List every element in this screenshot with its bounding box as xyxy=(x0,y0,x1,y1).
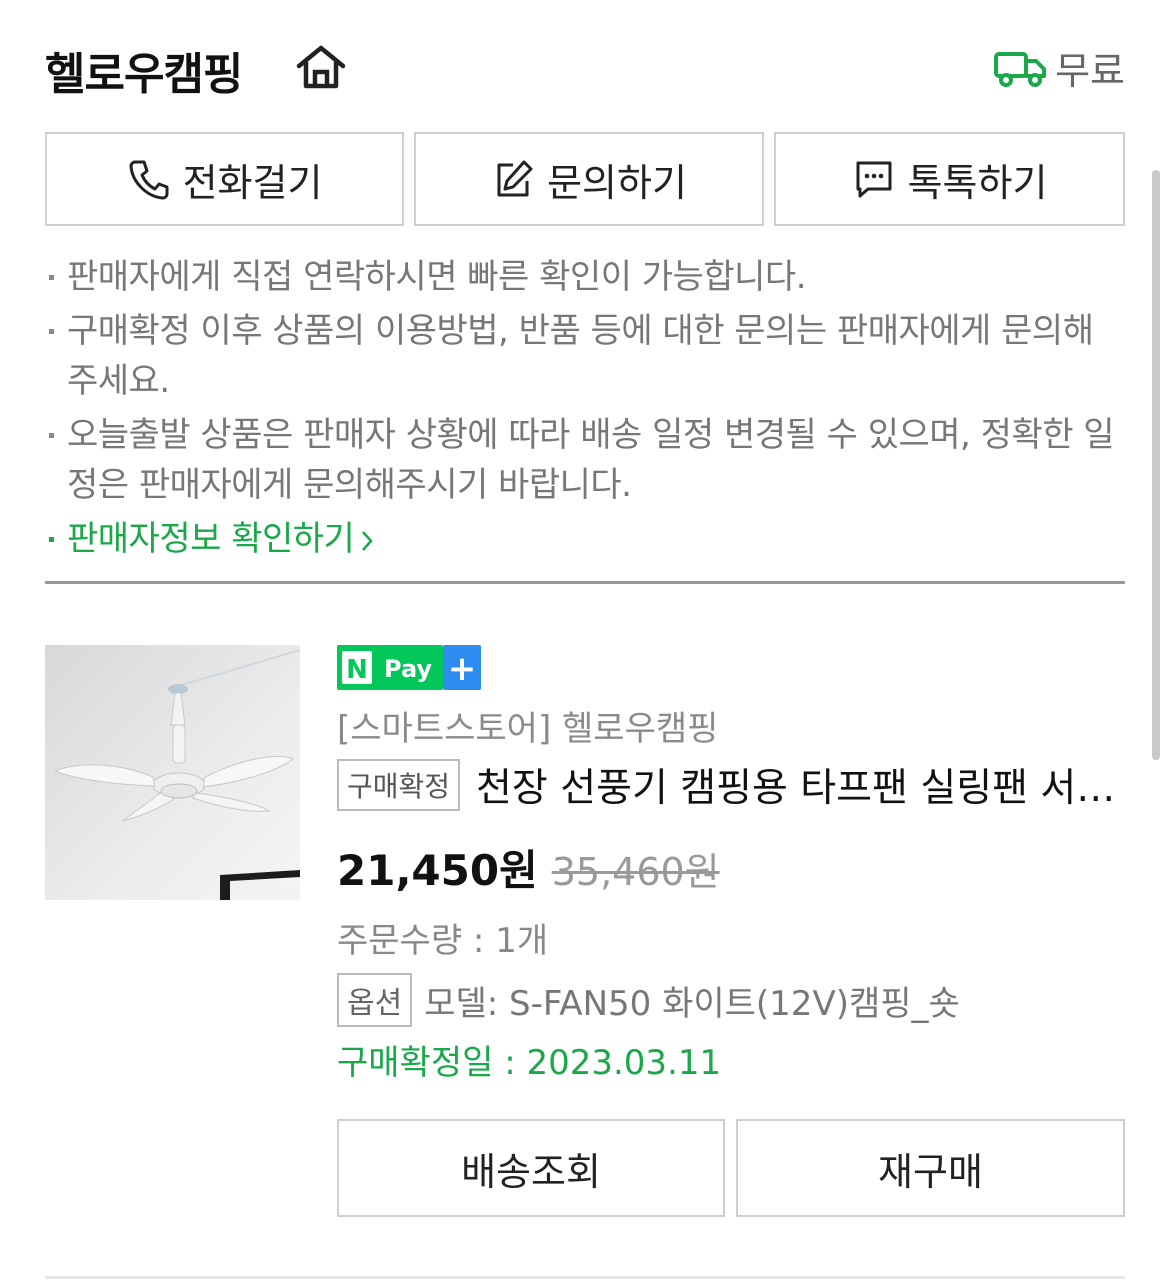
chevron-right-icon xyxy=(362,530,374,551)
notice-list: 판매자에게 직접 연락하시면 빠른 확인이 가능합니다. 구매확정 이후 상품의… xyxy=(45,252,1125,568)
npay-n: N xyxy=(346,655,368,685)
talk-button[interactable]: 톡톡하기 xyxy=(774,132,1125,226)
home-icon[interactable] xyxy=(293,42,349,92)
seller-info-link-label: 판매자정보 확인하기 xyxy=(67,519,355,559)
product-title[interactable]: 천장 선풍기 캠핑용 타프팬 실링팬 서큘레이터 xyxy=(476,757,1127,813)
seller-info-link[interactable]: 판매자정보 확인하기 xyxy=(45,514,1125,564)
rebuy-button[interactable]: 재구매 xyxy=(736,1119,1125,1217)
track-delivery-button[interactable]: 배송조회 xyxy=(337,1119,725,1217)
option-row: 옵션 모델: S-FAN50 화이트(12V)캠핑_숏 xyxy=(337,973,960,1027)
sale-price: 21,450원 xyxy=(337,846,538,895)
scrollbar[interactable] xyxy=(1152,170,1160,760)
store-name[interactable]: 헬로우캠핑 xyxy=(45,38,243,102)
npay-plus-badge: N Pay + xyxy=(337,645,481,690)
purchase-status-tag: 구매확정 xyxy=(337,759,461,811)
call-button[interactable]: 전화걸기 xyxy=(45,132,404,226)
contact-buttons: 전화걸기 문의하기 톡톡하기 xyxy=(45,132,1125,230)
notice-item: 구매확정 이후 상품의 이용방법, 반품 등에 대한 문의는 판매자에게 문의해… xyxy=(45,306,1125,406)
chat-icon xyxy=(856,161,892,198)
price-row: 21,450원 35,460원 xyxy=(337,837,720,898)
store-link[interactable]: [스마트스토어] 헬로우캠핑 xyxy=(337,701,718,750)
edit-icon xyxy=(497,160,533,197)
call-button-label: 전화걸기 xyxy=(182,160,323,205)
product-title-row: 구매확정 천장 선풍기 캠핑용 타프팬 실링팬 서큘레이터 xyxy=(337,757,1127,813)
shipping-info: 무료 xyxy=(993,40,1125,95)
ceiling-fan-image xyxy=(45,645,300,900)
original-price: 35,460원 xyxy=(551,850,720,894)
option-value: 모델: S-FAN50 화이트(12V)캠핑_숏 xyxy=(424,983,960,1024)
shipping-label: 무료 xyxy=(1055,49,1125,93)
inquiry-button[interactable]: 문의하기 xyxy=(414,132,764,226)
notice-item: 판매자에게 직접 연락하시면 빠른 확인이 가능합니다. xyxy=(45,252,1125,302)
talk-button-label: 톡톡하기 xyxy=(907,160,1048,205)
section-divider xyxy=(45,581,1125,584)
phone-icon xyxy=(129,160,169,200)
option-tag: 옵션 xyxy=(337,973,413,1027)
section-divider-bottom xyxy=(45,1276,1125,1279)
store-header: 헬로우캠핑 무료 xyxy=(45,32,1125,102)
truck-icon xyxy=(994,51,1047,87)
confirm-date: 구매확정일 : 2023.03.11 xyxy=(337,1043,722,1083)
inquiry-button-label: 문의하기 xyxy=(547,160,687,205)
plus-icon: + xyxy=(448,649,477,689)
order-quantity: 주문수량 : 1개 xyxy=(337,921,549,961)
notice-item: 오늘출발 상품은 판매자 상황에 따라 배송 일정 변경될 수 있으며, 정확한… xyxy=(45,410,1125,510)
product-thumbnail[interactable] xyxy=(45,645,300,900)
npay-pay: Pay xyxy=(384,655,432,683)
